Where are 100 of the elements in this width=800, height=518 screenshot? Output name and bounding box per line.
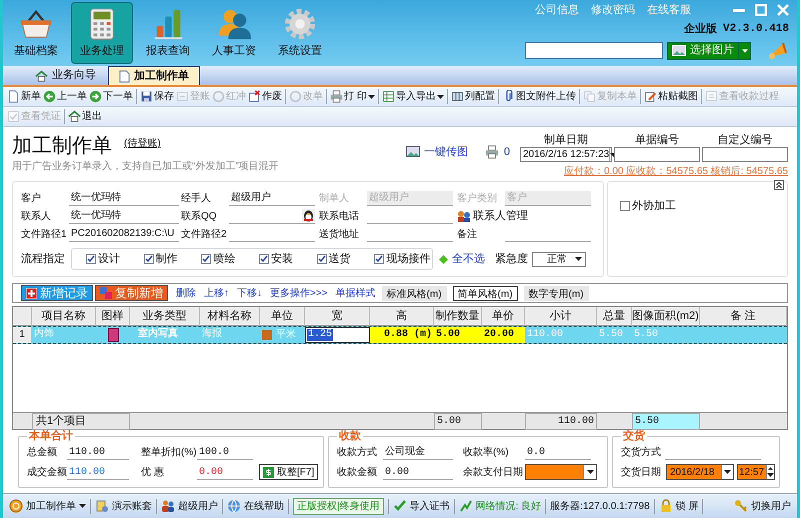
network-status: 网络情况: 良好 [458,498,542,514]
clear-all-link[interactable]: 全不选 [452,250,485,268]
checkbox-label: 安装 [271,252,294,267]
time-spinner[interactable]: 12:57 [737,464,775,480]
style-tab[interactable]: 简单风格(m) [452,286,518,300]
field-label: 联系QQ [181,210,218,224]
toolbar-button[interactable]: 下一单 [88,89,134,104]
grid-link[interactable]: 删除 [176,286,196,300]
status-button[interactable]: 导入证书 [392,498,450,514]
form-title: 加工制作单 [12,134,112,159]
document-x-icon [248,90,261,103]
input-field[interactable]: 0.0 [525,444,591,460]
field-label: 文件路径1 [21,228,68,242]
horn-icon[interactable] [767,40,789,60]
input-field[interactable]: 0.00 [197,464,253,480]
field-label: 交货日期 [621,466,662,480]
toolbar-button[interactable]: 打 印 [329,89,376,104]
grid-link[interactable]: 单据样式 [336,286,376,300]
table-cell: 5.50 [632,413,700,430]
checkbox[interactable] [201,254,212,264]
select-picture-button[interactable]: 选择图片 [667,42,751,60]
nav-button[interactable]: 基础档案 [5,2,67,64]
status-button[interactable]: 在线帮助 [227,498,284,514]
status-button[interactable]: 演示账套 [95,498,152,514]
style-tab[interactable]: 标准风格(m) [382,286,447,300]
toolbar-button[interactable]: 新单 [6,89,42,104]
server-address: 服务器:127.0.0.1:7798 [550,500,650,514]
toolbar-button[interactable]: 作废 [247,89,283,104]
status-link[interactable]: (待登账) [124,136,161,159]
input-field[interactable]: 100.0 [197,444,253,460]
nav-button[interactable]: 业务处理 [71,2,133,64]
collapse-icon[interactable] [774,180,784,190]
version-label: V2.3.0.418 [722,22,789,37]
toolbar-button[interactable]: 退出 [67,109,103,124]
date-field[interactable]: 2016/2/16 12:57:23 [520,147,612,162]
table-cell: 110.00 [525,413,597,430]
input-field[interactable]: 超级用户 [229,190,315,206]
circle-icon [212,90,225,103]
status-menu[interactable]: 加工制作单 [9,498,86,514]
toolbar-button[interactable]: 保存 [139,89,175,104]
toolbar-button[interactable]: 导入导出 [380,89,445,104]
maximize-icon[interactable] [755,4,767,16]
grid-link[interactable]: 上移↑ [204,286,229,300]
tab[interactable]: 加工制作单 [108,66,200,85]
input-field[interactable]: 公司现金 [383,444,453,460]
caret-icon [368,94,375,98]
status-button[interactable]: 锁 屏 [658,498,698,514]
input-field[interactable] [702,147,788,162]
field-label: 交货方式 [621,446,662,460]
checkbox[interactable] [620,201,630,212]
nav-button[interactable]: 人事工资 [203,2,265,64]
input-field[interactable]: 110.00 [67,444,129,460]
table-row[interactable]: 1 内饰 室内写真 海报 平米 1.25 0.88 (m) 5.00 20.00 110.00 5.50 5.50 [13,326,787,344]
input-field[interactable]: 0.00 [383,464,453,480]
nav-button[interactable]: 系统设置 [269,2,331,64]
nav-button[interactable]: 报表查询 [137,2,199,64]
input-field[interactable]: 统一优玛特 [69,208,179,224]
search-field[interactable] [525,42,663,59]
field-label: 制单日期 [544,133,588,147]
date-select[interactable]: 2016/2/18 [666,464,734,480]
style-tab[interactable]: 数字专用(m) [524,286,589,300]
checkbox-label: 送货 [328,252,351,267]
home-icon [35,70,48,82]
toolbar-button[interactable]: 列配置 [450,89,496,104]
input-field[interactable]: 统一优玛特 [69,190,179,206]
toolbar-button[interactable]: 粘贴截图 [642,89,699,104]
checkbox[interactable] [259,254,270,264]
table-cell-text: 平米 [276,328,296,342]
grid-button[interactable]: 复制新增 [95,285,168,301]
checkbox[interactable] [144,254,154,264]
grid-link[interactable]: 下移↓ [237,286,262,300]
dollar-icon [263,466,274,478]
table-cell[interactable]: 1.25 [307,329,334,341]
round-button[interactable]: 取整[F7] [259,464,318,480]
urgency-select[interactable]: 正常 [532,252,586,266]
right-arrow-icon [89,90,102,103]
input-field[interactable]: 110.00 [67,464,129,480]
upload-link[interactable]: 一键传图 [406,144,468,160]
checkbox[interactable] [374,254,384,264]
checkbox[interactable] [86,254,96,264]
users-icon [161,499,175,513]
toolbar-button[interactable]: 上一单 [42,89,88,104]
grid-link[interactable]: 更多操作>>> [270,286,328,300]
tab[interactable]: 业务向导 [25,66,106,85]
field-label: 总金额 [27,446,58,460]
field-label: 余款支付日期 [463,466,524,480]
home-icon [68,110,81,123]
date-select[interactable] [525,464,597,480]
checkbox[interactable] [316,254,327,264]
input-field[interactable]: PC201602082139:C:\U [69,226,179,242]
status-button[interactable]: 切换用户 [734,498,791,514]
close-icon[interactable] [777,4,789,16]
toolbar-button[interactable]: 图文附件上传 [500,89,577,104]
document-icon [119,70,130,82]
columns-icon [450,90,464,103]
field-label: 制单人 [319,192,350,206]
input-field[interactable] [229,208,315,224]
contact-manager-link[interactable]: 联系人管理 [457,208,528,224]
status-button[interactable]: 超级用户 [161,498,218,514]
input-field[interactable] [614,147,700,162]
